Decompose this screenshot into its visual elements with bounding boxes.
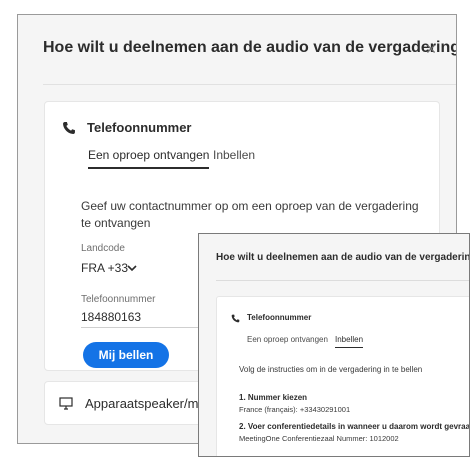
overlay-tab-dial-in[interactable]: Inbellen [335,335,364,348]
overlay-phone-section-card: Telefoonnummer Een oproep ontvangen Inbe… [216,296,470,456]
phone-icon [231,314,240,323]
phone-number-input[interactable]: 184880163 [81,310,141,324]
overlay-tab-receive-call[interactable]: Een oproep ontvangen [247,335,328,347]
dial-step-detail: MeetingOne Conferentiezaal Nummer: 10120… [239,434,399,443]
close-icon[interactable]: × [422,40,440,58]
country-code-label: Landcode [81,243,125,254]
tab-receive-call[interactable]: Een oproep ontvangen [88,148,210,169]
overlay-header-divider [216,280,469,281]
header-divider [43,84,456,85]
country-code-select[interactable]: FRA +33 [81,261,128,275]
call-instructions: Geef uw contactnummer op om een oproep v… [81,199,419,230]
overlay-dialog-title: Hoe wilt u deelnemen aan de audio van de… [216,252,470,263]
audio-dialog-overlay: Hoe wilt u deelnemen aan de audio van de… [198,233,470,457]
dial-in-instructions: Volg de instructies om in de vergadering… [239,365,423,374]
chevron-down-icon[interactable] [127,264,137,272]
phone-number-label: Telefoonnummer [81,294,156,305]
phone-section-title: Telefoonnummer [87,120,192,135]
dial-step-title: 1. Nummer kiezen [239,393,308,402]
dial-step-detail: France (français): +33430291001 [239,405,351,414]
dial-step-title: 2. Voer conferentiedetails in wanneer u … [239,422,470,431]
overlay-phone-section-title: Telefoonnummer [247,313,312,322]
monitor-icon [59,397,73,410]
dialog-header: Hoe wilt u deelnemen aan de audio van de… [18,15,456,85]
tab-dial-in[interactable]: Inbellen [213,148,255,167]
phone-icon [63,122,75,134]
call-me-button[interactable]: Mij bellen [83,342,169,368]
dialog-title: Hoe wilt u deelnemen aan de audio van de… [43,39,457,56]
